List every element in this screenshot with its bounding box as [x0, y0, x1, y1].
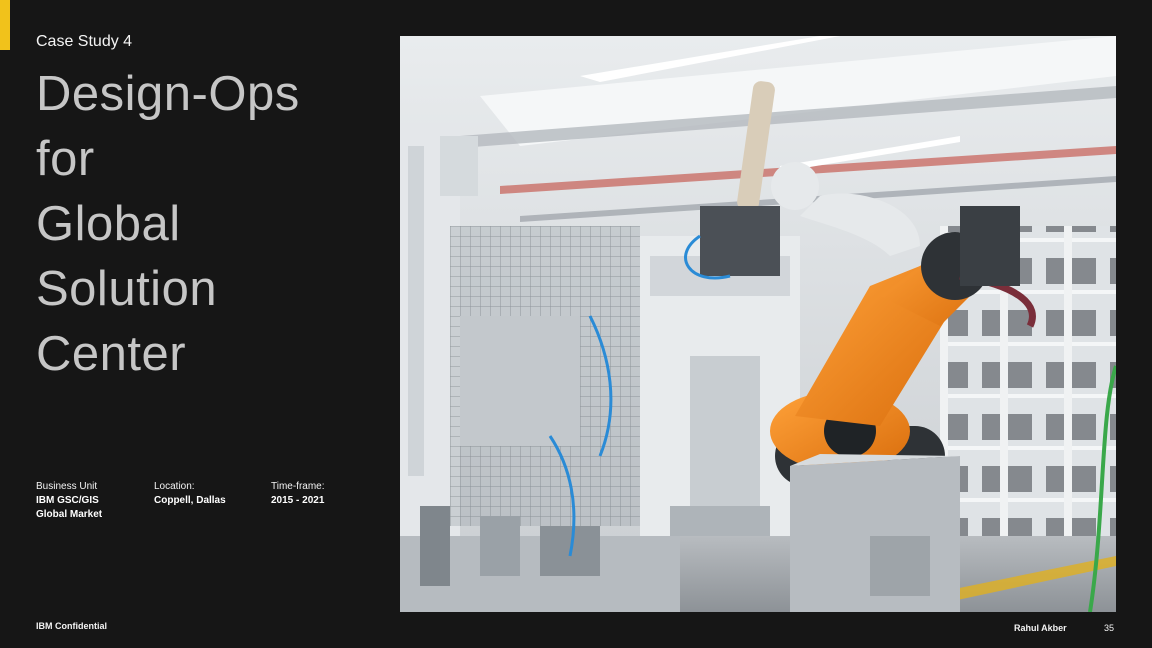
timeframe-block: Time-frame: 2015 - 2021: [271, 480, 325, 508]
title-line: Solution: [36, 262, 218, 316]
title-line: Design-Ops: [36, 67, 300, 121]
business-unit-value-line: Global Market: [36, 509, 103, 520]
location-block: Location: Coppell, Dallas: [154, 480, 226, 508]
business-unit-value-line: IBM GSC/GIS: [36, 495, 99, 506]
accent-bar: [0, 0, 10, 50]
timeframe-label: Time-frame:: [271, 481, 325, 492]
robot-arm-photo: [400, 36, 1116, 612]
page-title: Design-Ops for Global Solution Center: [36, 62, 366, 387]
business-unit-block: Business Unit IBM GSC/GIS Global Market: [36, 480, 102, 522]
business-unit-label: Business Unit: [36, 481, 98, 492]
page-number: 35: [1104, 623, 1115, 633]
business-unit-value: IBM GSC/GIS Global Market: [36, 494, 102, 522]
location-label: Location:: [154, 481, 195, 492]
title-line: Global: [36, 197, 181, 251]
title-line: for: [36, 132, 95, 186]
timeframe-value: 2015 - 2021: [271, 495, 325, 506]
location-value: Coppell, Dallas: [154, 495, 226, 506]
case-study-label: Case Study 4: [36, 33, 133, 50]
author-name: Rahul Akber: [1014, 623, 1067, 633]
title-line: Center: [36, 327, 187, 381]
confidential-label: IBM Confidential: [36, 621, 107, 631]
